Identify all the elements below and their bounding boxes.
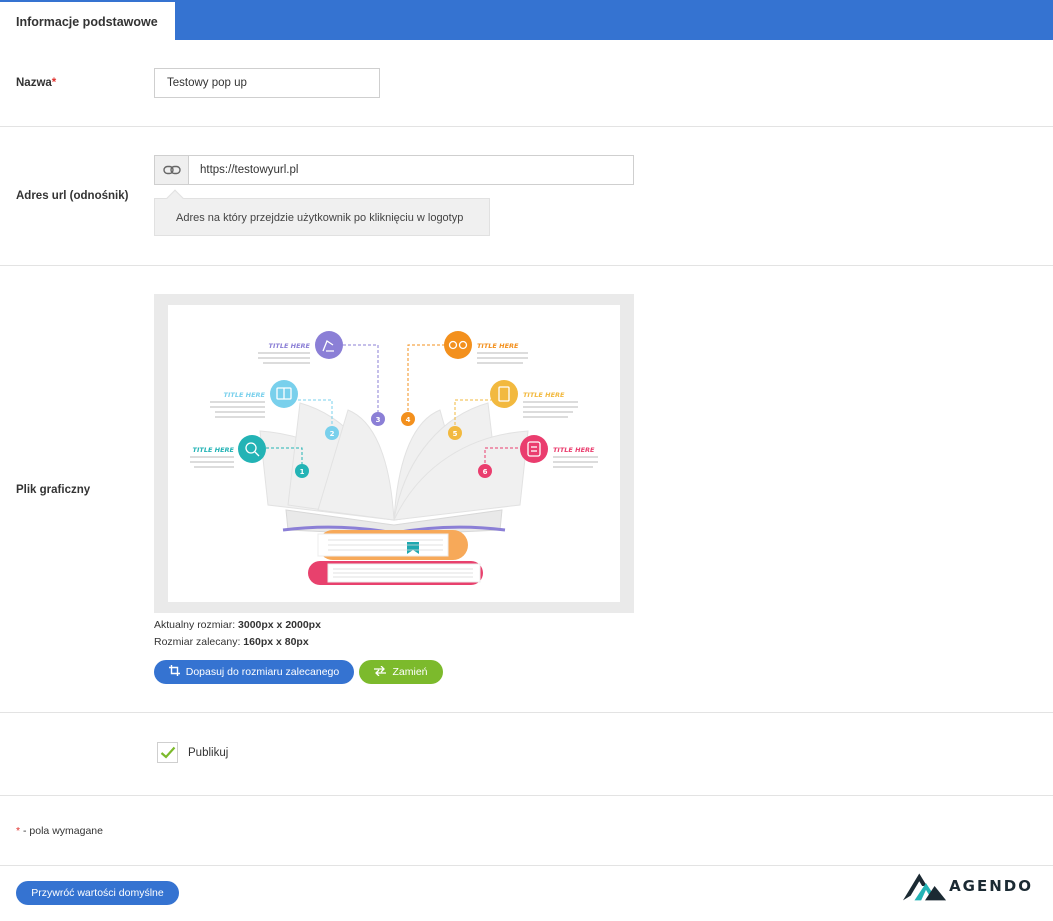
preview-title: TITLE HERE	[269, 342, 311, 350]
preview-number: 3	[376, 416, 381, 424]
recommended-size: Rozmiar zalecany: 160px x 80px	[154, 636, 309, 648]
reset-defaults-label: Przywróć wartości domyślne	[31, 887, 164, 899]
recommended-size-value: 160px x 80px	[243, 636, 309, 648]
divider	[0, 865, 1053, 866]
divider	[0, 126, 1053, 127]
url-input-group: https://testowyurl.pl	[154, 155, 634, 185]
publish-label: Publikuj	[188, 747, 229, 759]
logo-text: AGENDO	[949, 877, 1033, 895]
link-icon	[155, 156, 189, 184]
current-size-value: 3000px x 2000px	[238, 619, 321, 631]
preview-number: 2	[330, 430, 335, 438]
fit-to-size-button[interactable]: Dopasuj do rozmiaru zalecanego	[154, 660, 354, 684]
required-mark: *	[51, 77, 57, 89]
current-size: Aktualny rozmiar: 3000px x 2000px	[154, 619, 321, 631]
name-input-value: Testowy pop up	[167, 77, 247, 89]
preview-title: TITLE HERE	[523, 391, 565, 399]
agendo-logo-mark	[903, 873, 947, 901]
preview-number: 5	[453, 430, 458, 438]
image-label: Plik graficzny	[16, 484, 91, 496]
preview-title: TITLE HERE	[477, 342, 519, 350]
required-note-text: - pola wymagane	[20, 825, 103, 837]
tab-basic-info[interactable]: Informacje podstawowe	[0, 0, 175, 40]
required-note: * - pola wymagane	[16, 825, 103, 837]
tooltip-arrow	[166, 189, 184, 207]
current-size-label: Aktualny rozmiar:	[154, 619, 236, 631]
publish-checkbox[interactable]	[157, 742, 178, 763]
url-input[interactable]: https://testowyurl.pl	[200, 164, 298, 176]
name-label-text: Nazwa	[16, 77, 52, 89]
crop-icon	[168, 665, 180, 679]
agendo-logo: AGENDO	[903, 870, 1033, 902]
preview-number: 1	[300, 468, 305, 476]
url-hint-tooltip: Adres na który przejdzie użytkownik po k…	[154, 189, 490, 236]
url-label: Adres url (odnośnik)	[16, 190, 129, 202]
preview-title: TITLE HERE	[553, 446, 595, 454]
swap-icon	[374, 665, 387, 679]
divider	[0, 795, 1053, 796]
url-hint-text: Adres na który przejdzie użytkownik po k…	[176, 212, 464, 224]
preview-number: 6	[483, 468, 488, 476]
preview-number: 4	[406, 416, 411, 424]
preview-title: TITLE HERE	[224, 391, 266, 399]
divider	[0, 265, 1053, 266]
reset-defaults-button[interactable]: Przywróć wartości domyślne	[16, 881, 179, 905]
name-label: Nazwa*	[16, 77, 56, 89]
replace-label: Zamień	[392, 666, 428, 678]
checkmark-icon	[160, 746, 175, 759]
image-preview: 1 2 3 4 5 6 TITLE HERE TITLE HERE TITLE …	[168, 305, 620, 602]
fit-to-size-label: Dopasuj do rozmiaru zalecanego	[185, 666, 340, 678]
divider	[0, 712, 1053, 713]
preview-title: TITLE HERE	[193, 446, 235, 454]
image-preview-frame: 1 2 3 4 5 6 TITLE HERE TITLE HERE TITLE …	[154, 294, 634, 613]
name-input[interactable]: Testowy pop up	[154, 68, 380, 98]
replace-button[interactable]: Zamień	[359, 660, 443, 684]
recommended-size-label: Rozmiar zalecany:	[154, 636, 241, 648]
tab-bar: Informacje podstawowe	[0, 0, 1053, 40]
